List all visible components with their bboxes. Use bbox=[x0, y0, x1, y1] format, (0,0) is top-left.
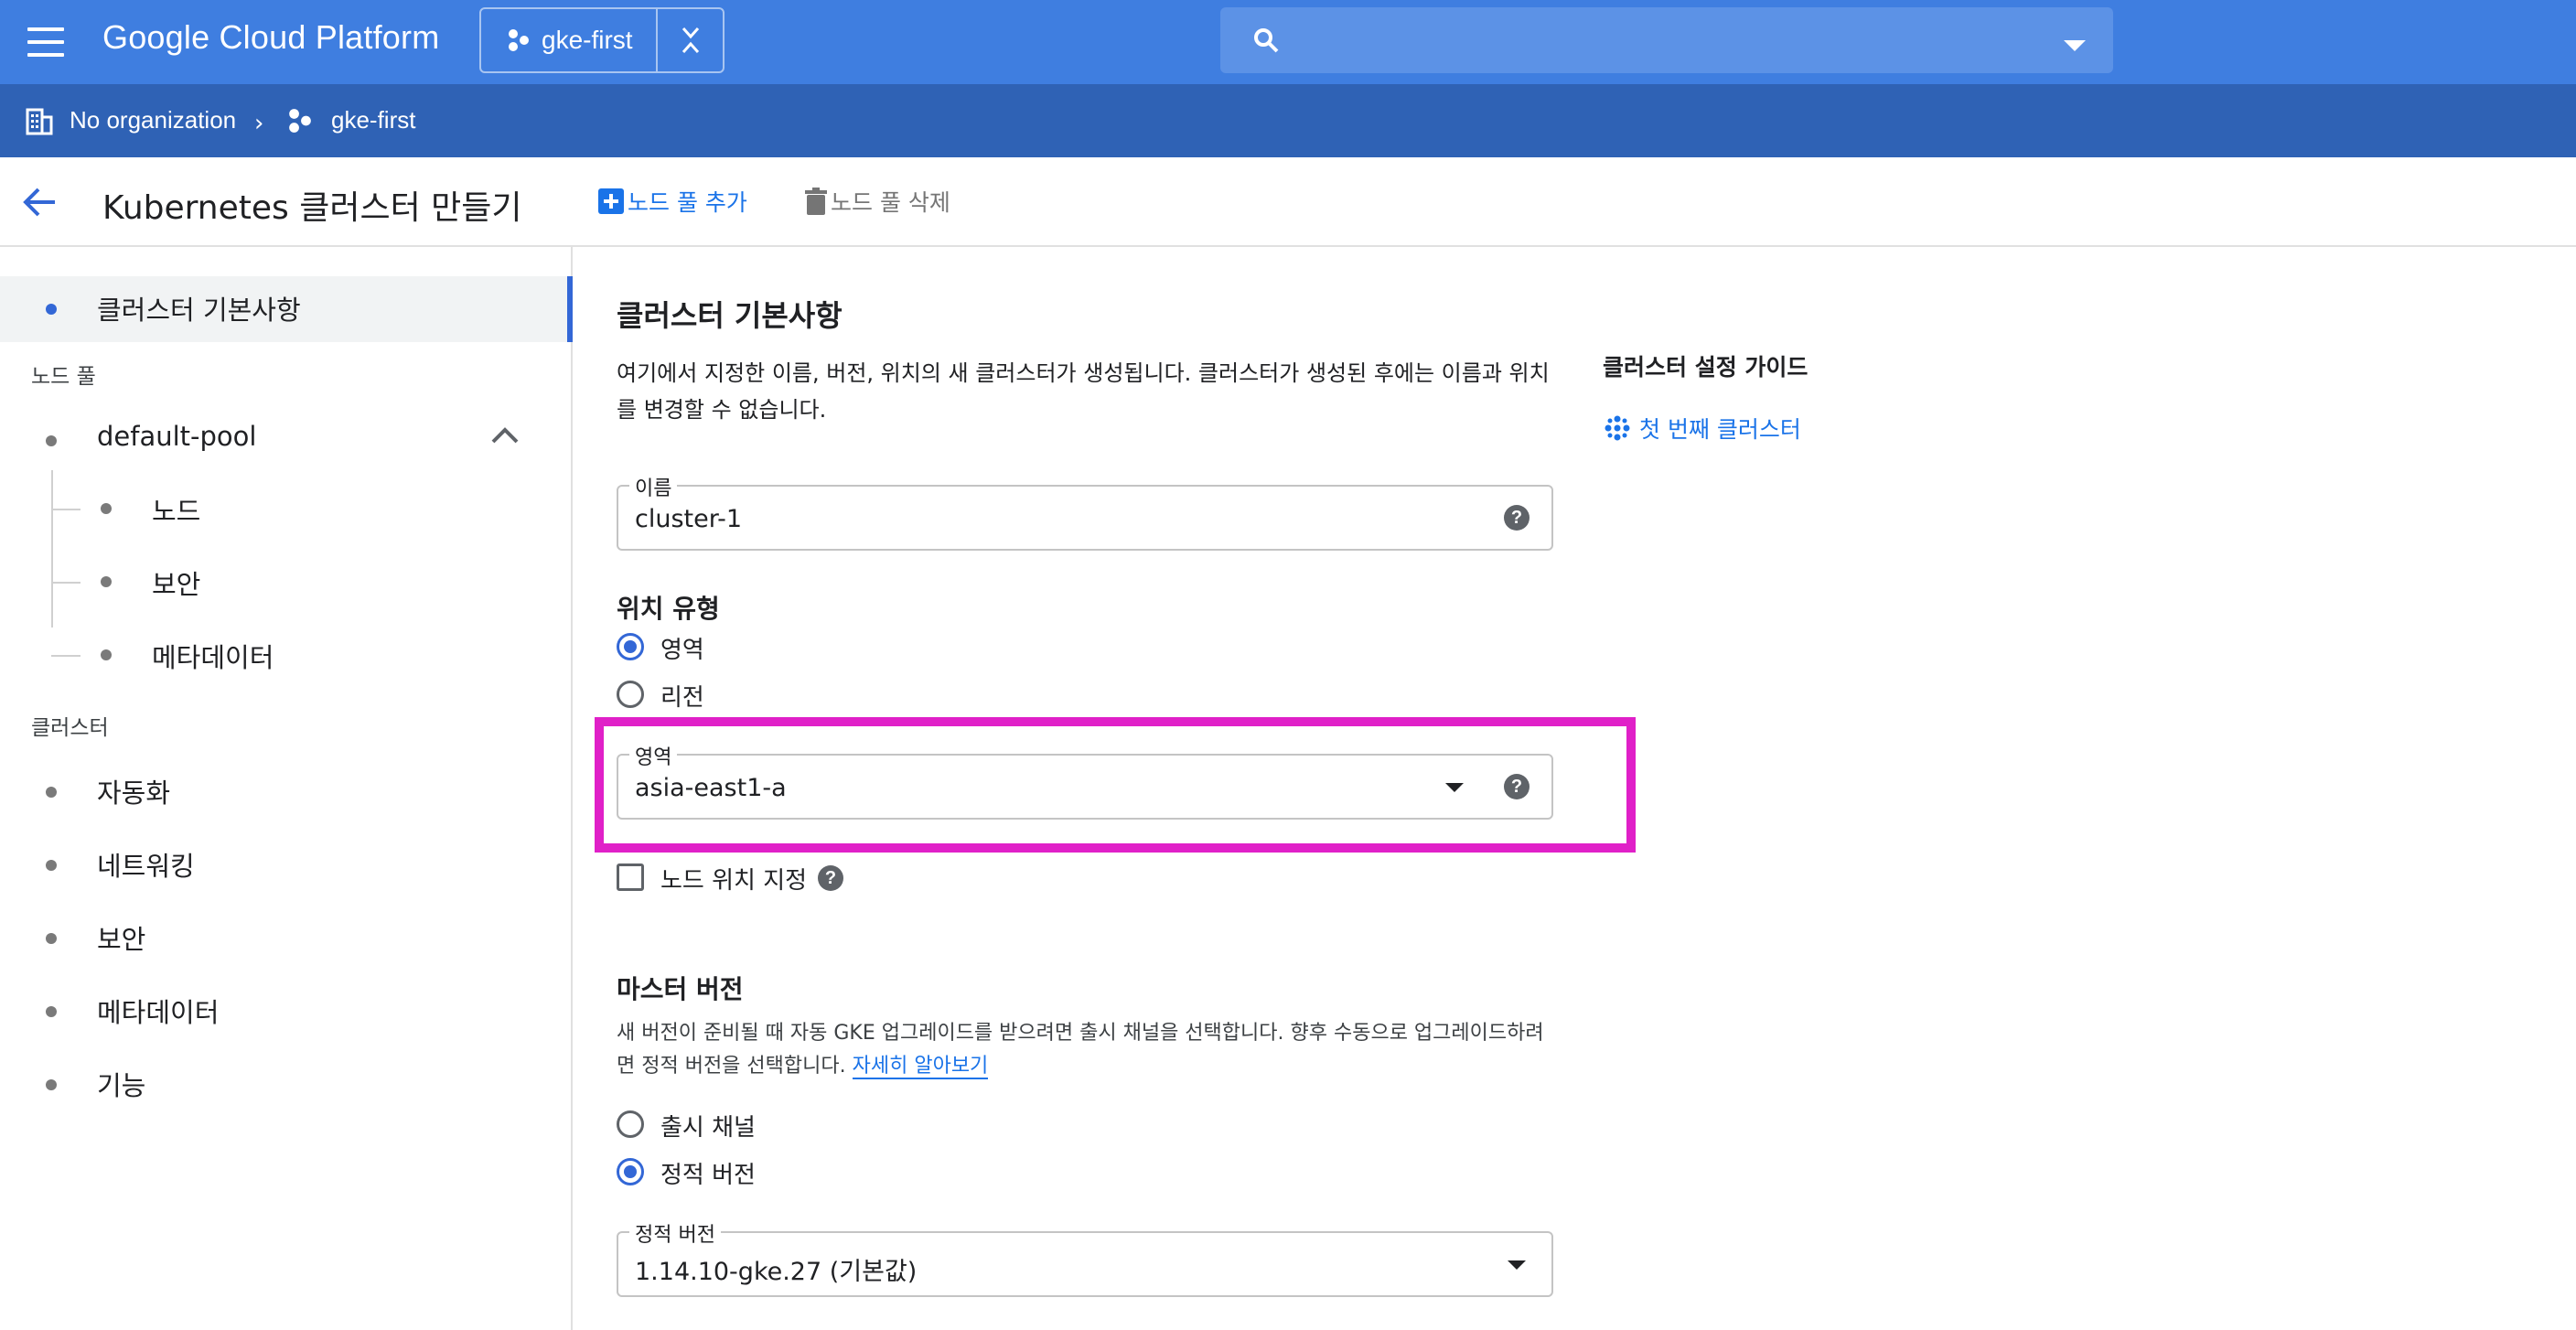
expand-icon[interactable] bbox=[658, 9, 723, 71]
nav-dot-icon bbox=[46, 1079, 57, 1090]
master-version-title: 마스터 버전 bbox=[617, 974, 744, 1004]
help-icon[interactable]: ? bbox=[1504, 505, 1530, 531]
search-dropdown-icon[interactable] bbox=[2064, 40, 2086, 51]
breadcrumb-project[interactable]: gke-first bbox=[331, 106, 415, 134]
radio-release-channel[interactable] bbox=[617, 1110, 644, 1138]
sidebar-item-nodes[interactable]: 노드 bbox=[152, 490, 200, 529]
sidebar-item-pool-security[interactable]: 보안 bbox=[152, 563, 200, 602]
project-icon bbox=[289, 109, 311, 133]
menu-icon[interactable] bbox=[27, 27, 64, 57]
sidebar-item-security[interactable]: 보안 bbox=[97, 918, 145, 957]
sidebar: 클러스터 기본사항 노드 풀 default-pool 노드 보안 메타데이터 … bbox=[0, 247, 573, 1330]
master-description-line2: 면 정적 버전을 선택합니다. bbox=[617, 1055, 846, 1078]
tree-line bbox=[51, 470, 53, 627]
node-location-checkbox[interactable] bbox=[617, 863, 644, 891]
search-icon bbox=[1254, 28, 1279, 53]
learn-more-link[interactable]: 자세히 알아보기 bbox=[852, 1055, 989, 1079]
sidebar-item-default-pool[interactable]: default-pool bbox=[97, 421, 256, 452]
sidebar-item-metadata[interactable]: 메타데이터 bbox=[97, 992, 219, 1030]
radio-static-version-label: 정적 버전 bbox=[660, 1162, 756, 1189]
radio-region[interactable] bbox=[617, 681, 644, 708]
sidebar-item-pool-metadata[interactable]: 메타데이터 bbox=[152, 637, 274, 675]
nav-dot-icon bbox=[101, 576, 112, 587]
page-header: Kubernetes 클러스터 만들기 노드 풀 추가 노드 풀 삭제 bbox=[0, 157, 2576, 247]
node-location-label: 노드 위치 지정 bbox=[660, 867, 808, 895]
sidebar-item-networking[interactable]: 네트워킹 bbox=[97, 845, 195, 884]
guide-title: 클러스터 설정 가이드 bbox=[1603, 354, 1809, 381]
sidebar-item-label[interactable]: 클러스터 기본사항 bbox=[97, 289, 301, 327]
tutorial-icon bbox=[1605, 415, 1630, 441]
search-input[interactable] bbox=[1220, 7, 2113, 73]
master-description-line2-wrap: 면 정적 버전을 선택합니다. 자세히 알아보기 bbox=[617, 1048, 989, 1085]
radio-zone[interactable] bbox=[617, 633, 644, 660]
tree-line bbox=[51, 582, 80, 584]
active-indicator bbox=[567, 276, 573, 342]
project-picker-main[interactable]: gke-first bbox=[481, 9, 659, 71]
add-node-pool-label: 노드 풀 추가 bbox=[628, 189, 747, 216]
add-box-icon bbox=[598, 188, 624, 214]
nav-dot-icon bbox=[46, 933, 57, 944]
project-icon bbox=[509, 29, 529, 51]
master-description-line1: 새 버전이 준비될 때 자동 GKE 업그레이드를 받으려면 출시 채널을 선택… bbox=[617, 1022, 1544, 1045]
tree-line bbox=[51, 509, 80, 510]
dropdown-arrow-icon[interactable] bbox=[1508, 1260, 1526, 1270]
breadcrumb-org[interactable]: No organization bbox=[70, 106, 236, 134]
delete-node-pool-label: 노드 풀 삭제 bbox=[831, 189, 950, 216]
radio-static-version[interactable] bbox=[617, 1158, 644, 1185]
breadcrumb: No organization › gke-first bbox=[0, 84, 2576, 157]
nav-dot-icon bbox=[46, 787, 57, 798]
top-app-bar: Google Cloud Platform gke-first bbox=[0, 0, 2576, 84]
radio-region-label: 리전 bbox=[660, 684, 704, 712]
project-name: gke-first bbox=[542, 26, 633, 54]
chevron-right-icon: › bbox=[254, 110, 264, 137]
guide-link-label: 첫 번째 클러스터 bbox=[1639, 416, 1801, 443]
organization-icon bbox=[26, 108, 53, 135]
sidebar-section-nodepool: 노드 풀 bbox=[31, 365, 96, 389]
sidebar-item-automation[interactable]: 자동화 bbox=[97, 772, 170, 810]
basics-description-line2: 를 변경할 수 없습니다. bbox=[617, 397, 827, 423]
delete-node-pool-button[interactable]: 노드 풀 삭제 bbox=[805, 185, 950, 218]
nav-dot-icon bbox=[46, 1006, 57, 1017]
annotation-highlight-box bbox=[595, 717, 1636, 853]
location-type-title: 위치 유형 bbox=[617, 594, 720, 624]
trash-icon bbox=[805, 188, 827, 215]
project-picker[interactable]: gke-first bbox=[479, 7, 724, 73]
static-version-value: 1.14.10-gke.27 (기본값) bbox=[635, 1258, 918, 1286]
static-version-select[interactable]: 정적 버전 1.14.10-gke.27 (기본값) bbox=[617, 1218, 1553, 1297]
cluster-name-field[interactable]: 이름 cluster-1 ? bbox=[617, 472, 1553, 551]
nav-dot-icon bbox=[46, 860, 57, 871]
tree-line bbox=[51, 655, 80, 657]
field-label: 이름 bbox=[629, 472, 678, 501]
nav-dot-icon bbox=[101, 649, 112, 660]
radio-release-channel-label: 출시 채널 bbox=[660, 1114, 756, 1142]
cluster-name-value[interactable]: cluster-1 bbox=[635, 505, 742, 533]
basics-description-line1: 여기에서 지정한 이름, 버전, 위치의 새 클러스터가 생성됩니다. 클러스터… bbox=[617, 360, 1550, 386]
brand-title[interactable]: Google Cloud Platform bbox=[102, 18, 439, 57]
first-cluster-guide-link[interactable]: 첫 번째 클러스터 bbox=[1605, 412, 1801, 445]
chevron-up-icon[interactable] bbox=[490, 426, 520, 445]
nav-dot-icon bbox=[46, 304, 57, 315]
help-icon[interactable]: ? bbox=[818, 865, 843, 891]
sidebar-item-features[interactable]: 기능 bbox=[97, 1065, 145, 1103]
page-title: Kubernetes 클러스터 만들기 bbox=[102, 189, 522, 227]
nav-dot-icon bbox=[46, 435, 57, 446]
field-label: 정적 버전 bbox=[629, 1218, 721, 1248]
nav-dot-icon bbox=[101, 503, 112, 514]
sidebar-section-cluster: 클러스터 bbox=[31, 716, 109, 740]
radio-zone-label: 영역 bbox=[660, 637, 704, 664]
back-arrow-icon[interactable] bbox=[20, 183, 59, 221]
section-title-basics: 클러스터 기본사항 bbox=[617, 298, 843, 333]
add-node-pool-button[interactable]: 노드 풀 추가 bbox=[598, 185, 747, 218]
